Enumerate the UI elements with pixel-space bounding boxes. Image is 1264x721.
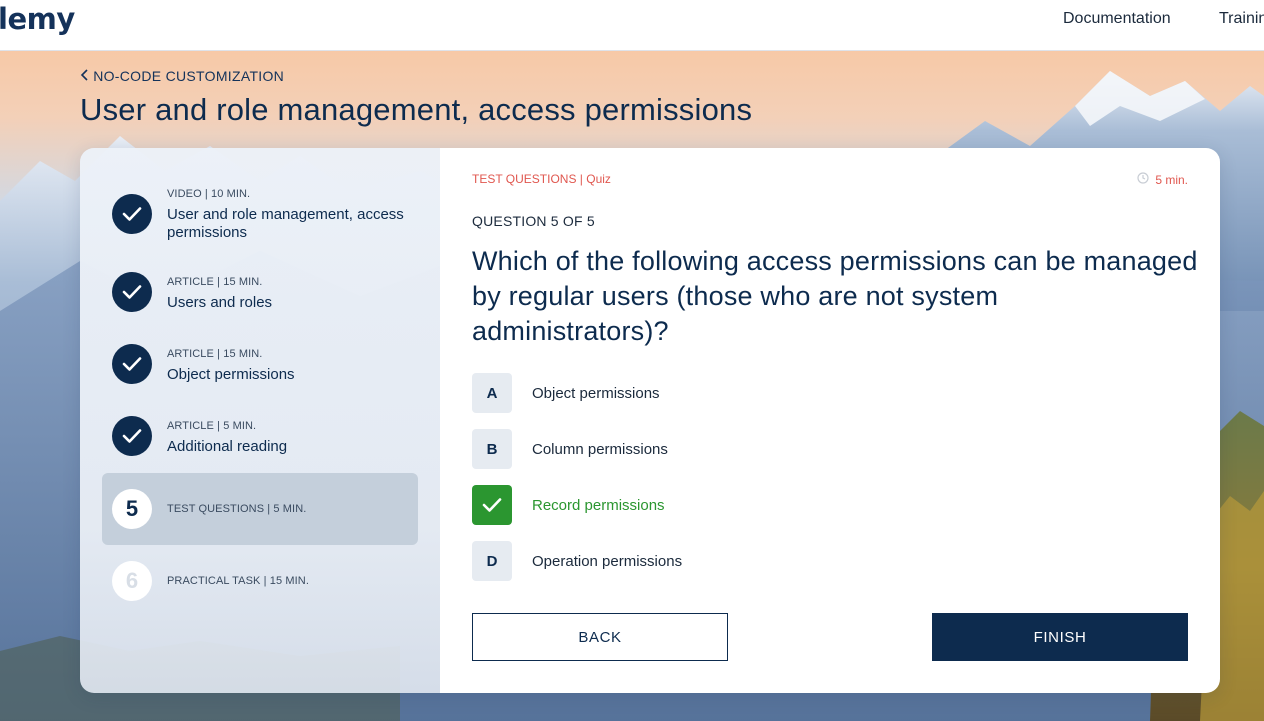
step-meta: ARTICLE | 15 MIN. [167,348,263,360]
step-item-users-and-roles[interactable]: ARTICLE | 15 MIN. Users and roles [102,256,418,328]
option-text: Record permissions [532,496,665,514]
step-item-video[interactable]: VIDEO | 10 MIN. User and role management… [102,178,418,250]
step-item-object-permissions[interactable]: ARTICLE | 15 MIN. Object permissions [102,328,418,400]
breadcrumb[interactable]: NO-CODE CUSTOMIZATION [80,68,284,84]
step-item-additional-reading[interactable]: ARTICLE | 5 MIN. Additional reading [102,400,418,472]
checkmark-icon [112,416,152,456]
option-key: D [472,541,512,581]
step-meta: ARTICLE | 15 MIN. [167,276,263,288]
step-title: User and role management, access permiss… [167,206,404,241]
answer-option-a[interactable]: A Object permissions [472,373,660,413]
option-text: Column permissions [532,440,668,458]
page-title: User and role management, access permiss… [80,92,753,127]
timer-label: 5 min. [1155,172,1188,187]
option-key: B [472,429,512,469]
answer-option-c[interactable]: Record permissions [472,485,665,525]
nav-link-training[interactable]: Training [1219,10,1264,28]
option-text: Object permissions [532,384,660,402]
step-item-test-questions[interactable]: 5 TEST QUESTIONS | 5 MIN. [102,473,418,545]
checkmark-icon [112,272,152,312]
lesson-card: VIDEO | 10 MIN. User and role management… [80,148,1220,693]
checkmark-icon [112,344,152,384]
top-navigation-bar: lemy Documentation Training [0,0,1264,51]
step-meta: TEST QUESTIONS | 5 MIN. [167,503,307,515]
step-title: Users and roles [167,294,273,311]
question-text: Which of the following access permission… [472,246,1198,346]
option-text: Operation permissions [532,552,683,570]
course-steps-sidebar: VIDEO | 10 MIN. User and role management… [80,148,440,693]
option-key: A [472,373,512,413]
nav-link-documentation[interactable]: Documentation [1063,10,1171,28]
step-item-practical-task[interactable]: 6 PRACTICAL TASK | 15 MIN. [102,545,418,617]
step-meta: ARTICLE | 5 MIN. [167,420,257,432]
checkmark-icon [112,194,152,234]
question-counter: QUESTION 5 OF 5 [472,213,595,229]
back-button[interactable]: BACK [472,613,728,661]
logo[interactable]: lemy [0,2,75,36]
clock-icon [1137,172,1149,187]
answer-option-d[interactable]: D Operation permissions [472,541,682,581]
quiz-section-tag: TEST QUESTIONS | Quiz [472,172,611,186]
quiz-panel: TEST QUESTIONS | Quiz 5 min. QUESTION 5 … [440,148,1220,693]
step-title: Object permissions [167,366,295,383]
chevron-left-icon [80,68,93,84]
finish-button[interactable]: FINISH [932,613,1188,661]
step-title: Additional reading [167,438,288,455]
breadcrumb-label: NO-CODE CUSTOMIZATION [93,68,285,84]
checkmark-icon [472,485,512,525]
step-number-badge: 6 [112,561,152,601]
answer-option-b[interactable]: B Column permissions [472,429,668,469]
step-meta: VIDEO | 10 MIN. [167,188,251,200]
step-number-badge: 5 [112,489,152,529]
step-meta: PRACTICAL TASK | 15 MIN. [167,575,309,587]
quiz-timer: 5 min. [1137,172,1188,187]
